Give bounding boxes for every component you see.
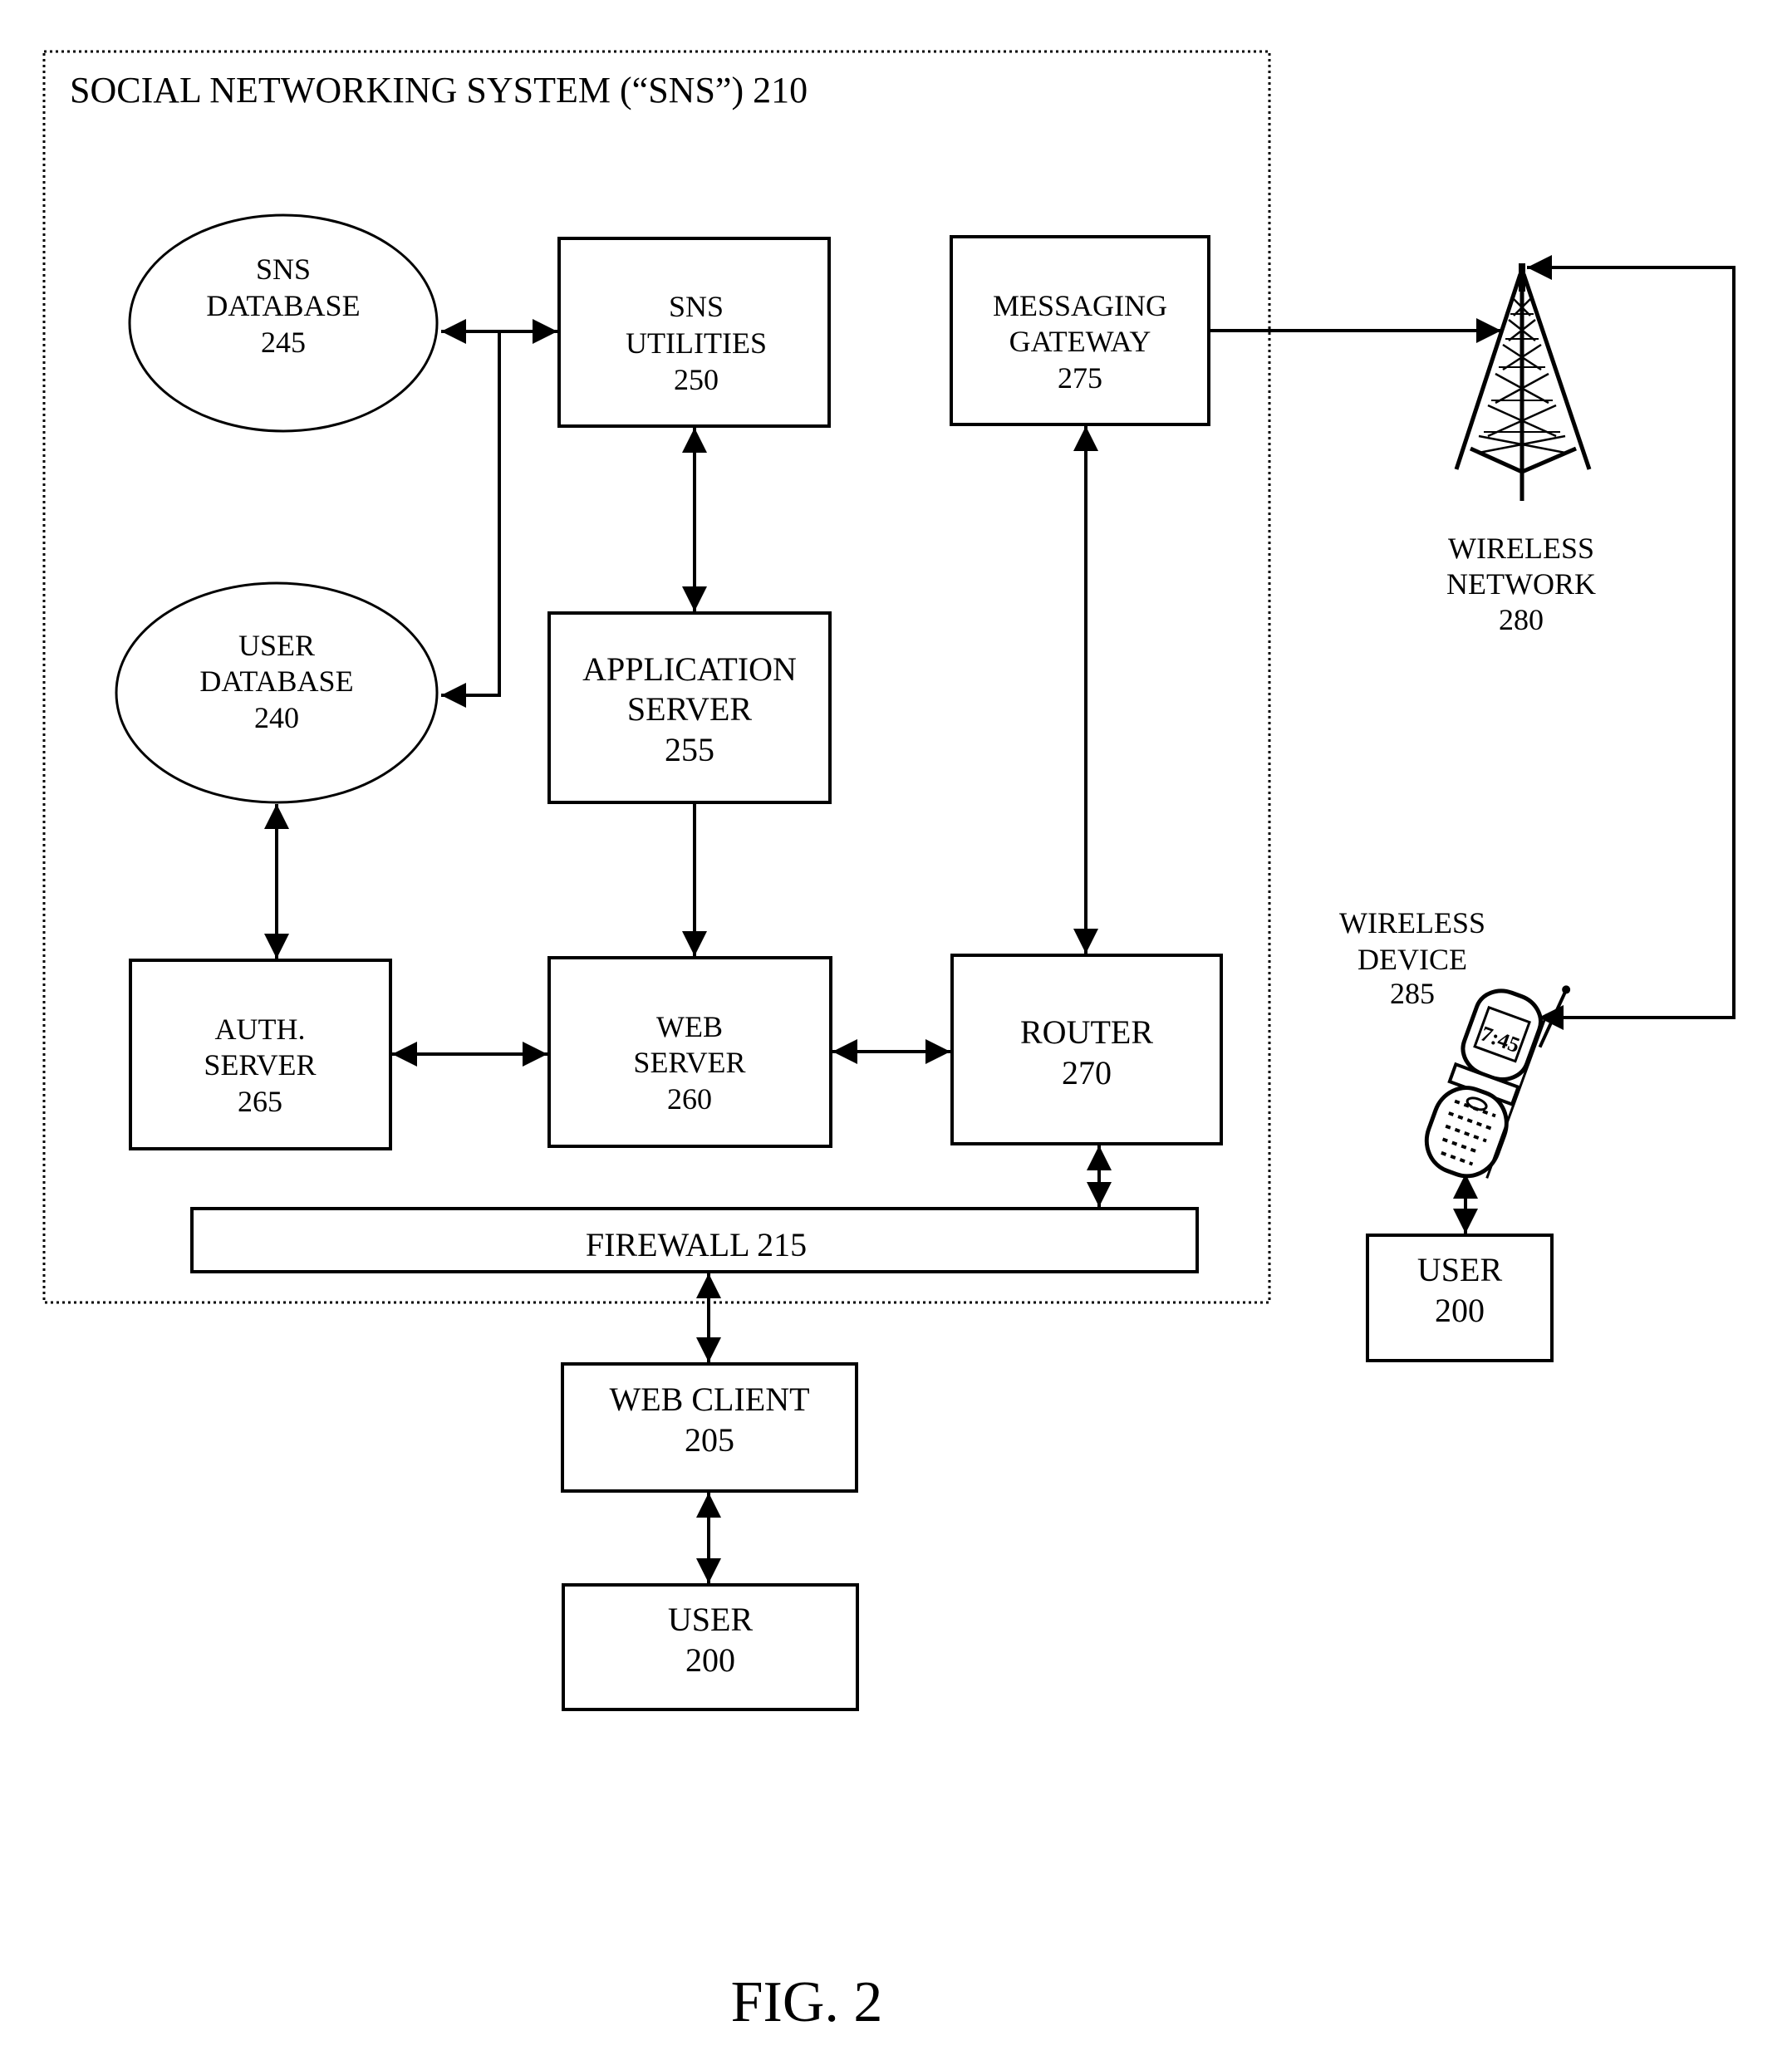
edge-user-db-branch — [441, 331, 501, 708]
node-label-line: WEB — [656, 1010, 723, 1043]
node-wireless-network[interactable]: WIRELESS NETWORK 280 — [1446, 263, 1596, 636]
node-sns-database[interactable]: SNS DATABASE 245 — [128, 213, 439, 433]
node-label-line: DATABASE — [199, 665, 353, 698]
node-label-line: WIRELESS — [1448, 532, 1594, 565]
node-label-line: NETWORK — [1446, 567, 1596, 601]
node-label-line: SNS — [669, 290, 724, 323]
node-label-line: 265 — [238, 1085, 282, 1118]
node-label-line: 205 — [685, 1421, 734, 1459]
node-messaging-gateway[interactable]: MESSAGING GATEWAY 275 — [950, 235, 1210, 426]
node-wireless-device[interactable]: WIRELESS DEVICE 285 7:45 — [1339, 906, 1572, 1189]
node-label-line: FIREWALL 215 — [586, 1226, 807, 1263]
node-label-line: MESSAGING — [993, 289, 1167, 322]
node-label-line: AUTH. — [215, 1013, 306, 1046]
node-label-line: 255 — [665, 731, 714, 768]
sns-system-title: SOCIAL NETWORKING SYSTEM (“SNS”) 210 — [70, 70, 808, 110]
node-label-line: WEB CLIENT — [609, 1381, 809, 1418]
node-label-line: 200 — [1435, 1292, 1485, 1329]
node-firewall[interactable]: FIREWALL 215 — [190, 1207, 1199, 1273]
node-label-line: GATEWAY — [1009, 325, 1151, 358]
node-label-line: SERVER — [204, 1048, 316, 1082]
node-web-client[interactable]: WEB CLIENT 205 — [561, 1362, 858, 1493]
node-label-line: USER — [668, 1601, 754, 1638]
sns-architecture-diagram: SOCIAL NETWORKING SYSTEM (“SNS”) 210 SNS… — [42, 50, 1736, 2034]
node-label-line: UTILITIES — [626, 326, 767, 360]
node-label-line: 200 — [685, 1641, 735, 1679]
node-user-wireless[interactable]: USER 200 — [1366, 1234, 1554, 1362]
node-label-line: DEVICE — [1358, 943, 1467, 976]
node-application-server[interactable]: APPLICATION SERVER 255 — [547, 611, 832, 804]
node-web-server[interactable]: WEB SERVER 260 — [547, 956, 832, 1148]
node-user-web[interactable]: USER 200 — [562, 1583, 859, 1711]
node-label-line: SNS — [256, 253, 311, 286]
node-label-line: ROUTER — [1020, 1013, 1153, 1051]
node-user-database[interactable]: USER DATABASE 240 — [115, 581, 439, 804]
figure-caption: FIG. 2 — [731, 1970, 883, 2034]
node-label-line: WIRELESS — [1339, 906, 1485, 939]
node-label-line: USER — [1417, 1251, 1503, 1288]
node-label-line: 250 — [674, 363, 719, 396]
flip-phone-icon: 7:45 — [1424, 985, 1571, 1179]
node-label-line: 280 — [1499, 603, 1544, 636]
node-label-line: USER — [238, 629, 315, 662]
node-auth-server[interactable]: AUTH. SERVER 265 — [129, 959, 392, 1150]
node-label-line: SERVER — [633, 1046, 745, 1079]
connectors — [264, 255, 1736, 1583]
node-label-line: 275 — [1058, 361, 1102, 395]
node-label-line: SERVER — [627, 690, 752, 728]
node-label-line: 260 — [667, 1082, 712, 1116]
node-label-line: 245 — [261, 326, 306, 359]
database-ellipse — [128, 213, 439, 433]
node-label-line: 270 — [1062, 1054, 1112, 1091]
radio-tower-icon — [1454, 263, 1592, 501]
node-label-line: 285 — [1390, 977, 1435, 1010]
node-label-line: 240 — [254, 701, 299, 734]
node-label-line: DATABASE — [206, 289, 360, 322]
node-router[interactable]: ROUTER 270 — [950, 954, 1223, 1145]
node-label-line: APPLICATION — [582, 650, 797, 688]
node-sns-utilities[interactable]: SNS UTILITIES 250 — [557, 237, 831, 428]
